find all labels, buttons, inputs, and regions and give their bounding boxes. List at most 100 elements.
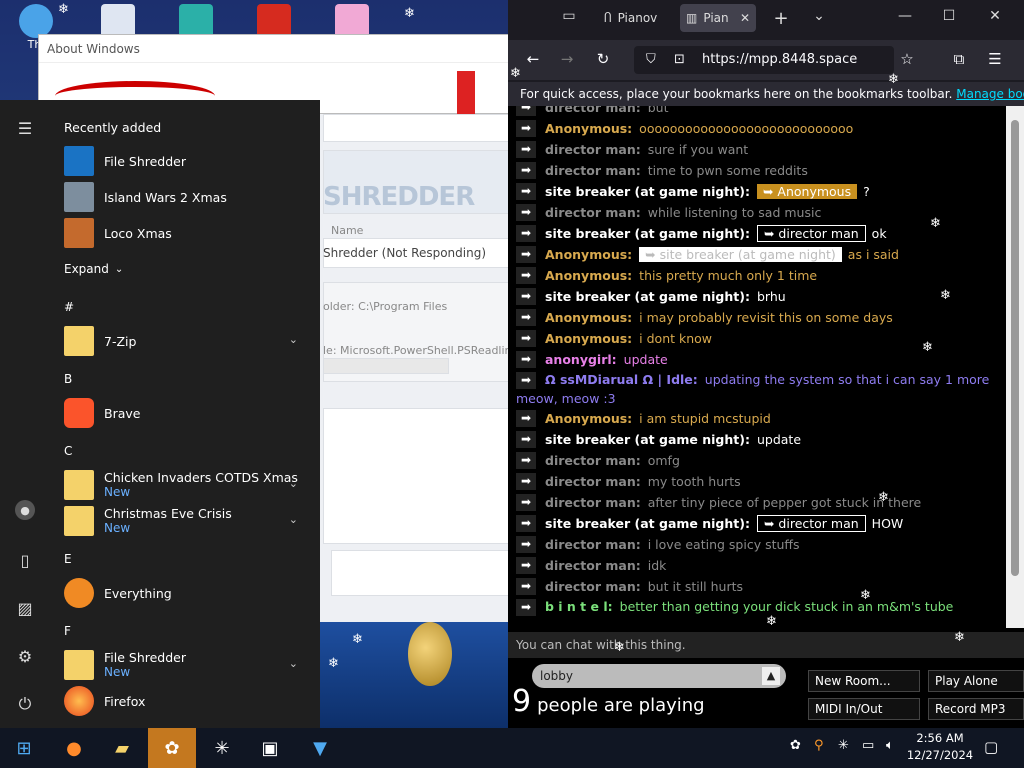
chat-scrollbar[interactable]: [1006, 106, 1024, 628]
record-mp3-button[interactable]: Record MP3: [928, 698, 1024, 720]
reply-arrow-icon[interactable]: ➡: [516, 451, 536, 469]
file-shredder-window[interactable]: SHREDDER Name Shredder (Not Responding) …: [318, 114, 510, 622]
section-letter-b[interactable]: B: [64, 372, 72, 386]
app-menu-icon[interactable]: ☰: [984, 50, 1006, 70]
start-app-island-wars[interactable]: Island Wars 2 Xmas: [64, 181, 312, 213]
user-avatar-icon[interactable]: ●: [15, 500, 35, 520]
reply-mention-pill[interactable]: ➥ director man: [756, 224, 866, 242]
hamburger-menu-icon[interactable]: ☰: [13, 116, 37, 140]
section-letter-hash[interactable]: #: [64, 300, 74, 314]
reply-arrow-icon[interactable]: ➡: [516, 308, 536, 326]
forward-arrow-icon[interactable]: →: [556, 50, 578, 70]
reply-arrow-icon[interactable]: ➡: [516, 409, 536, 427]
reply-mention-pill[interactable]: ➥ site breaker (at game night): [639, 246, 842, 262]
tab-pianov[interactable]: Ⴖ Pianov: [598, 4, 663, 32]
reply-arrow-icon[interactable]: ➡: [516, 266, 536, 284]
windows-start-icon[interactable]: ⊞: [0, 728, 48, 768]
room-arrow-icon[interactable]: ▲: [762, 667, 780, 685]
maximize-icon[interactable]: ☐: [938, 8, 960, 28]
reply-arrow-icon[interactable]: ➡: [516, 119, 536, 137]
manage-bookmarks-link[interactable]: Manage bookmarks...: [956, 87, 1024, 101]
reply-arrow-icon[interactable]: ➡: [516, 472, 536, 490]
back-arrow-icon[interactable]: ←: [522, 50, 544, 70]
reply-arrow-icon[interactable]: ➡: [516, 287, 536, 305]
section-letter-e[interactable]: E: [64, 552, 72, 566]
shredder-button[interactable]: [331, 550, 510, 596]
extensions-icon[interactable]: ⧉: [948, 50, 970, 70]
chevron-down-icon[interactable]: ⌄: [289, 477, 298, 490]
start-app-firefox[interactable]: Firefox: [64, 685, 312, 717]
shredder-column-name[interactable]: Name: [331, 224, 517, 237]
list-tabs-chevron-icon[interactable]: ⌄: [808, 8, 830, 28]
chat-username[interactable]: anonygirl:: [545, 352, 617, 367]
search-tray-icon[interactable]: ⚲: [814, 738, 824, 753]
asterisk-tray-icon[interactable]: ✳: [838, 738, 849, 753]
file-explorer-icon[interactable]: ▰: [98, 728, 146, 768]
network-icon[interactable]: ▭: [862, 738, 874, 753]
power-icon[interactable]: ⏻: [13, 692, 37, 716]
reply-arrow-icon[interactable]: ➡: [516, 514, 536, 532]
chevron-down-icon[interactable]: ⌄: [289, 657, 298, 670]
tab-overview-icon[interactable]: ▭: [558, 8, 580, 28]
reply-arrow-icon[interactable]: ➡: [516, 577, 536, 595]
firefox-taskbar-icon[interactable]: ●: [50, 728, 98, 768]
chat-username[interactable]: site breaker (at game night):: [545, 516, 750, 531]
reply-arrow-icon[interactable]: ➡: [516, 350, 536, 368]
chevron-down-icon[interactable]: ⌄: [289, 513, 298, 526]
chat-username[interactable]: site breaker (at game night):: [545, 226, 750, 241]
chat-username[interactable]: site breaker (at game night):: [545, 184, 750, 199]
close-tab-icon[interactable]: ✕: [740, 11, 750, 25]
reply-arrow-icon[interactable]: ➡: [516, 140, 536, 158]
reply-arrow-icon[interactable]: ➡: [516, 182, 536, 200]
reply-arrow-icon[interactable]: ➡: [516, 493, 536, 511]
section-letter-f[interactable]: F: [64, 624, 71, 638]
close-window-icon[interactable]: ✕: [984, 8, 1006, 28]
chat-username[interactable]: Anonymous:: [545, 331, 632, 346]
reply-mention-pill[interactable]: ➥ director man: [756, 514, 866, 532]
chat-username[interactable]: director man:: [545, 579, 641, 594]
active-app-taskbar-icon[interactable]: ✿: [148, 728, 196, 768]
chat-username[interactable]: director man:: [545, 537, 641, 552]
lock-icon[interactable]: ⊡: [674, 46, 685, 74]
chevron-down-icon[interactable]: ⌄: [289, 333, 298, 346]
tab-pian-active[interactable]: ▥ Pian ✕: [680, 4, 756, 32]
play-alone-button[interactable]: Play Alone: [928, 670, 1024, 692]
chat-username[interactable]: director man:: [545, 205, 641, 220]
chat-username[interactable]: Anonymous:: [545, 121, 632, 136]
reply-arrow-icon[interactable]: ➡: [516, 329, 536, 347]
new-tab-icon[interactable]: +: [770, 8, 792, 29]
reply-arrow-icon[interactable]: ➡: [516, 245, 536, 263]
chat-scroll-thumb[interactable]: [1011, 120, 1019, 576]
reply-arrow-icon[interactable]: ➡: [516, 203, 536, 221]
chat-username[interactable]: director man:: [545, 453, 641, 468]
tray-app-icon[interactable]: ✿: [790, 738, 801, 753]
shield-icon[interactable]: ⛉: [646, 46, 656, 74]
reply-arrow-icon[interactable]: ➡: [516, 556, 536, 574]
start-app-christmas-eve-crisis[interactable]: Christmas Eve Crisis New ⌄: [64, 505, 312, 537]
reply-arrow-icon[interactable]: ➡: [516, 224, 536, 242]
start-app-file-shredder-recent[interactable]: File Shredder: [64, 145, 312, 177]
chat-username[interactable]: Anonymous:: [545, 247, 632, 262]
bookmark-star-icon[interactable]: ☆: [896, 50, 918, 70]
chat-username[interactable]: site breaker (at game night):: [545, 289, 750, 304]
expand-button[interactable]: Expand ⌄: [64, 262, 123, 276]
section-letter-c[interactable]: C: [64, 444, 72, 458]
chat-username[interactable]: site breaker (at game night):: [545, 432, 750, 447]
chat-username[interactable]: director man:: [545, 142, 641, 157]
chat-username[interactable]: Ω ssMDiarual Ω | Idle:: [545, 372, 698, 387]
reply-mention-pill[interactable]: ➥ Anonymous: [756, 183, 858, 199]
chat-username[interactable]: director man:: [545, 106, 641, 115]
file-shredder-taskbar-icon[interactable]: ▼: [296, 728, 344, 768]
new-room-button[interactable]: New Room...: [808, 670, 920, 692]
documents-icon[interactable]: ▯: [13, 548, 37, 572]
chat-username[interactable]: director man:: [545, 163, 641, 178]
chat-input[interactable]: You can chat with this thing.: [508, 632, 1024, 658]
clock[interactable]: 2:56 AM 12/27/2024: [904, 730, 976, 764]
reply-arrow-icon[interactable]: ➡: [516, 599, 536, 616]
chat-username[interactable]: b i n t e l:: [545, 599, 613, 614]
midi-in-out-button[interactable]: MIDI In/Out: [808, 698, 920, 720]
start-app-loco-xmas[interactable]: Loco Xmas: [64, 217, 312, 249]
start-app-everything[interactable]: Everything: [64, 577, 312, 609]
chat-username[interactable]: Anonymous:: [545, 268, 632, 283]
pictures-icon[interactable]: ▨: [13, 596, 37, 620]
